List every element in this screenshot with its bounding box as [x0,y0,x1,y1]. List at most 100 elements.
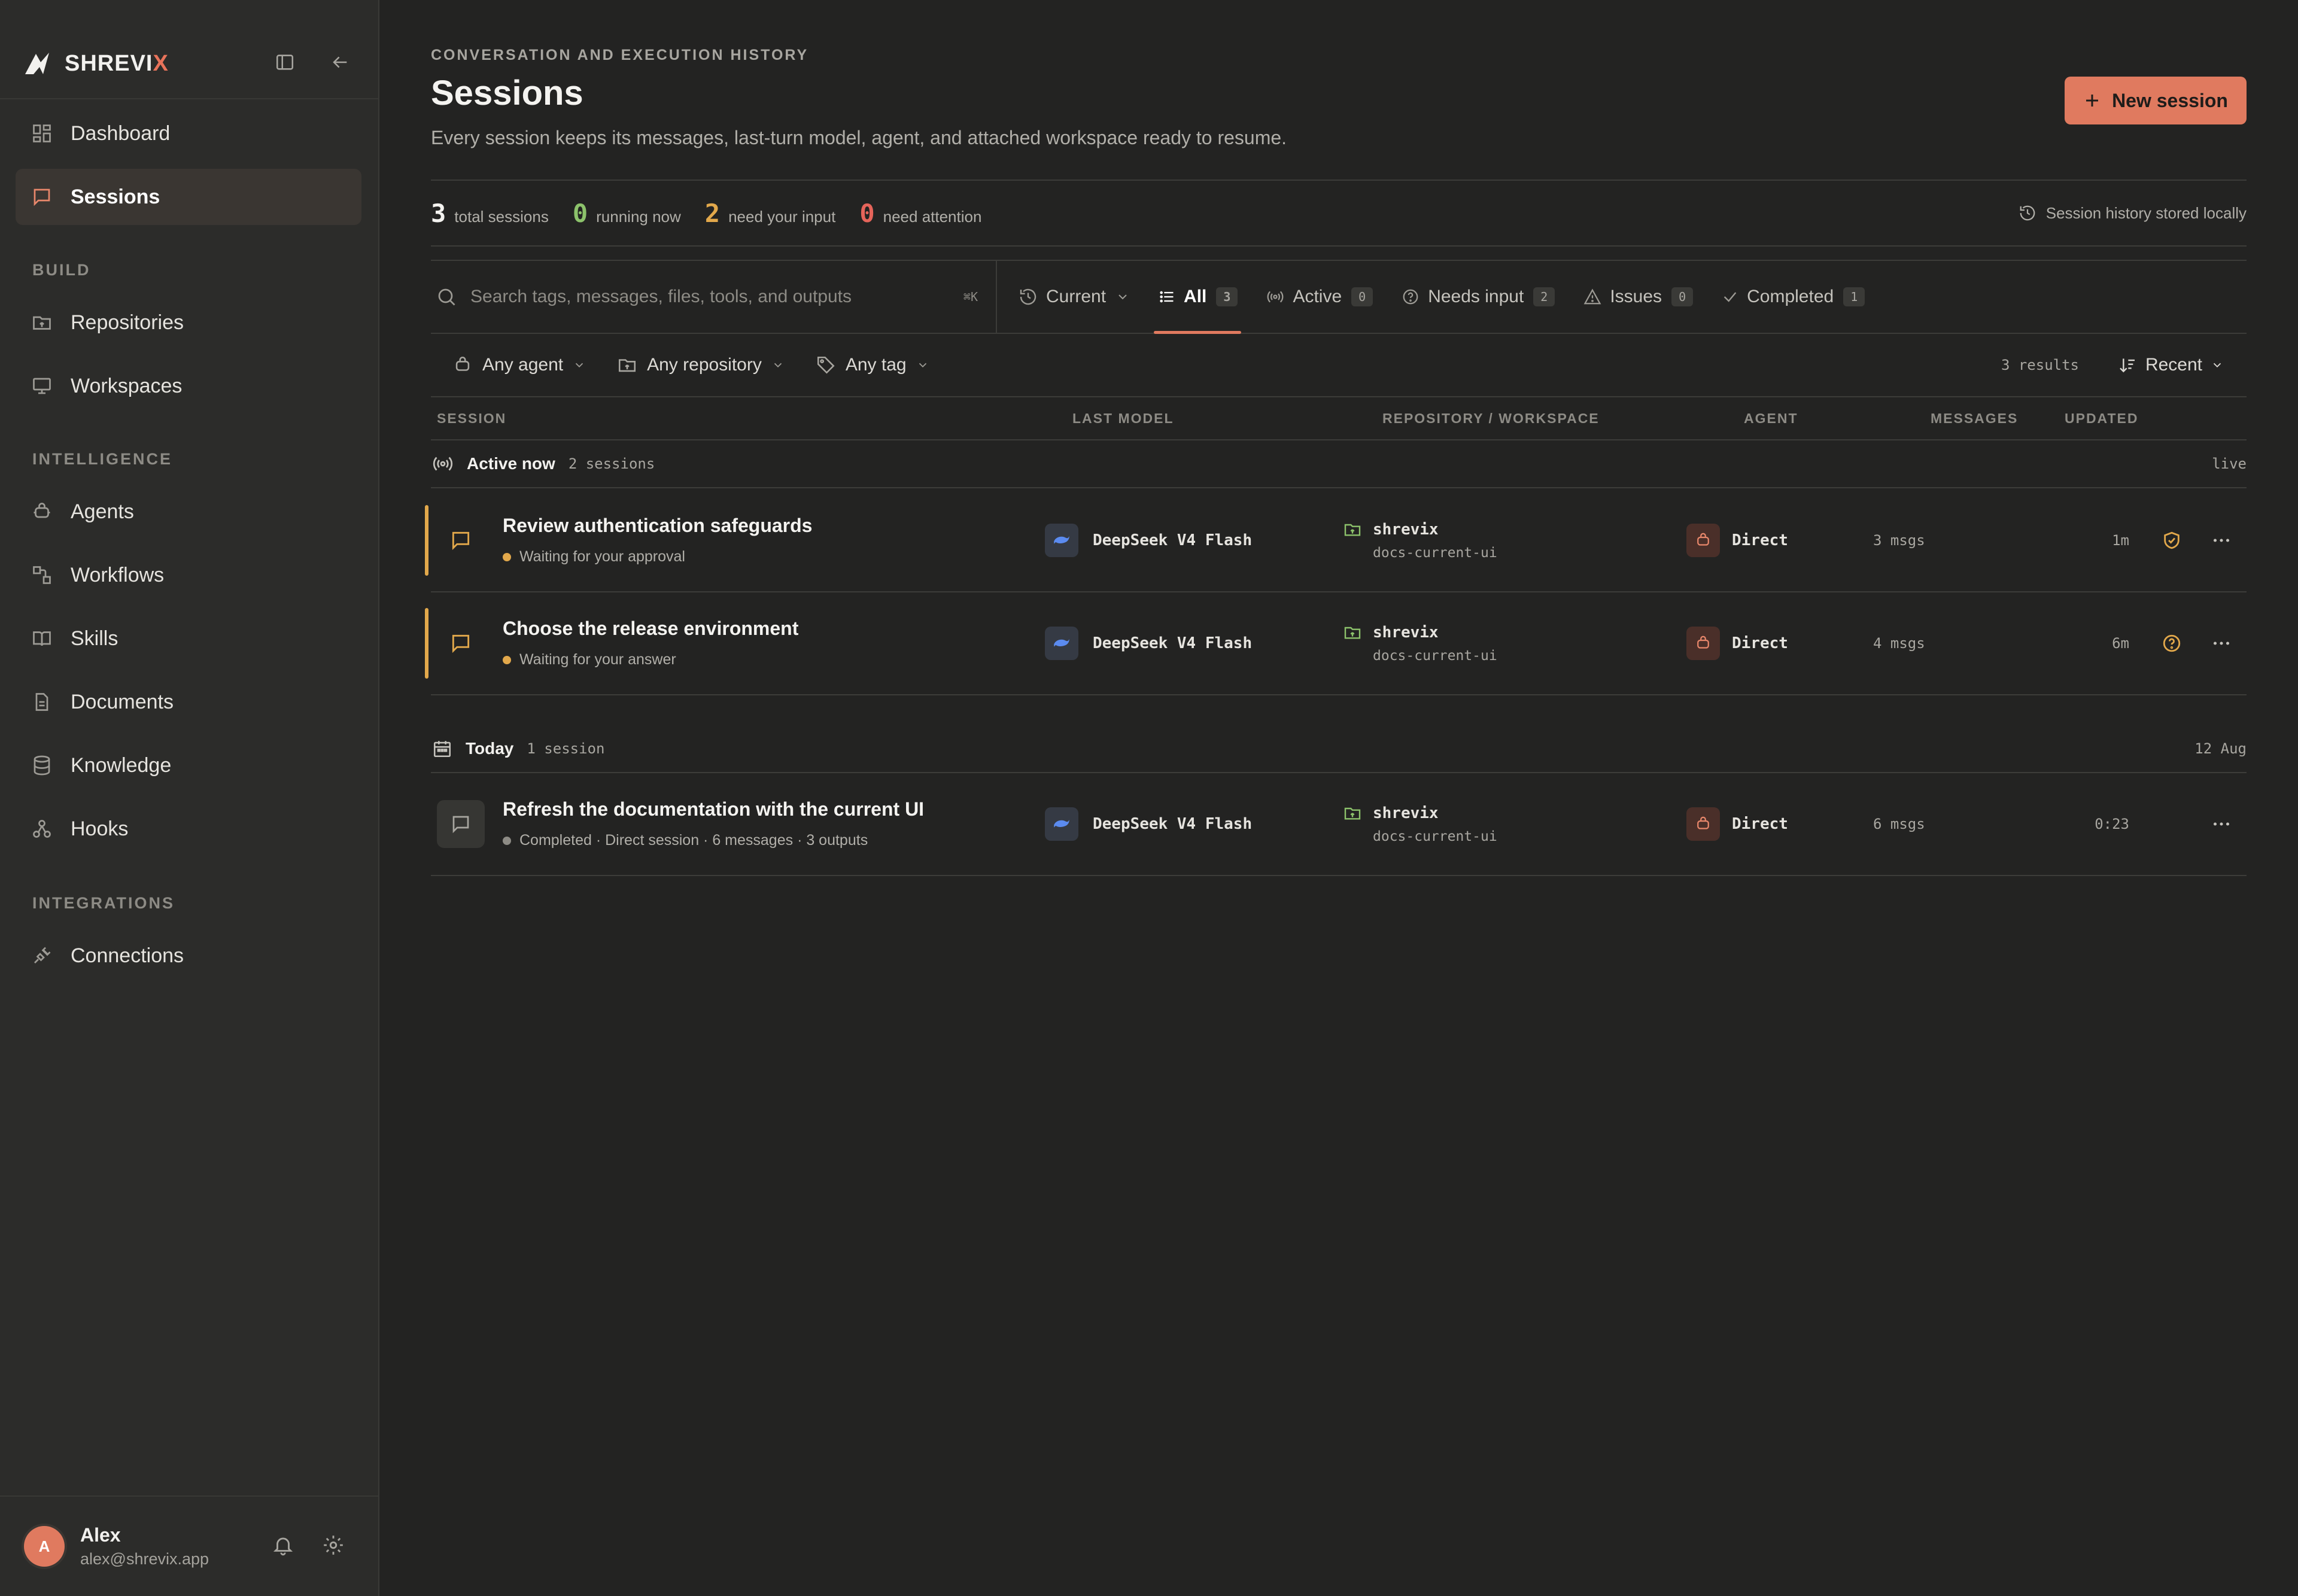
repo-cell[interactable]: shrevix docs-current-ui [1343,623,1497,664]
row-accent [425,608,428,679]
tab-needs-input[interactable]: Needs input 2 [1402,261,1555,333]
sidebar-item-documents[interactable]: Documents [16,674,361,730]
repository-filter[interactable]: Any repository [617,355,785,375]
sidebar-item-sessions[interactable]: Sessions [16,169,361,225]
hook-icon [33,820,51,838]
sidebar-item-label: Skills [71,627,118,650]
section-label-build: BUILD [32,261,91,279]
sidebar-item-dashboard[interactable]: Dashboard [16,105,361,162]
sidebar-item-skills[interactable]: Skills [16,610,361,667]
column-session[interactable]: SESSION [437,411,506,427]
tab-issues[interactable]: Issues 0 [1583,261,1694,333]
sidebar-divider [0,98,378,99]
agent-cell: Direct [1686,627,1788,660]
main-content: CONVERSATION AND EXECUTION HISTORY Sessi… [379,0,2298,1596]
updated-time: 0:23 [2095,816,2129,832]
document-icon [35,693,48,711]
chevron-down-icon [919,363,926,368]
message-icon [34,189,50,206]
avatar[interactable]: A [24,1526,65,1567]
table-row[interactable]: Choose the release environment Waiting f… [425,592,2247,695]
deepseek-whale-icon [1045,627,1078,660]
plug-icon [34,947,51,963]
sidebar-item-workspaces[interactable]: Workspaces [16,358,361,414]
sidebar-item-knowledge[interactable]: Knowledge [16,737,361,794]
sidebar-item-repositories[interactable]: Repositories [16,294,361,351]
tag-filter[interactable]: Any tag [816,355,929,375]
agent-icon [1686,807,1720,841]
sort-icon [2120,358,2135,373]
group-count: 2 sessions [568,455,655,472]
session-title[interactable]: Choose the release environment [503,618,798,640]
workspace-name: docs-current-ui [1373,648,1497,664]
user-profile[interactable]: A Alex alex@shrevix.app [0,1495,378,1596]
new-session-button[interactable]: New session [2065,77,2247,124]
agent-icon [34,503,50,518]
column-model[interactable]: LAST MODEL [1072,411,1174,427]
table-row[interactable]: Refresh the documentation with the curre… [431,773,2247,876]
search-shortcut: ⌘K [963,290,978,304]
sidebar-item-hooks[interactable]: Hooks [16,801,361,857]
agent-filter[interactable]: Any agent [452,355,586,375]
agent-icon [455,356,470,371]
sidebar-item-label: Documents [71,690,174,713]
stat-total: 3 total sessions [431,198,549,228]
search-icon [438,288,455,306]
tag-icon [817,356,835,374]
column-messages[interactable]: MESSAGES [1931,411,2018,427]
updated-time: 1m [2112,532,2129,549]
sidebar-item-connections[interactable]: Connections [16,928,361,984]
chevron-down-icon [575,363,583,368]
chevron-down-icon [2213,363,2221,368]
column-repo[interactable]: REPOSITORY / WORKSPACE [1382,411,1600,427]
tab-all[interactable]: All 3 [1154,261,1242,334]
more-options-icon[interactable] [2211,530,2232,551]
page-eyebrow: CONVERSATION AND EXECUTION HISTORY [431,47,809,63]
repo-cell[interactable]: shrevix docs-current-ui [1343,804,1497,844]
section-label-integrations: INTEGRATIONS [32,894,175,912]
more-options-icon[interactable] [2211,813,2232,835]
model-cell: DeepSeek V4 Flash [1045,807,1252,841]
table-row[interactable]: Review authentication safeguards Waiting… [425,490,2247,592]
message-count: 6 msgs [1873,816,1925,832]
sidebar-item-label: Connections [71,944,184,967]
tab-active[interactable]: Active 0 [1266,261,1373,333]
scope-dropdown[interactable]: Current [1019,261,1130,333]
column-agent[interactable]: AGENT [1744,411,1798,427]
tab-completed[interactable]: Completed 1 [1722,261,1865,333]
session-title[interactable]: Review authentication safeguards [503,515,812,537]
bell-icon[interactable] [272,1534,294,1559]
sort-dropdown[interactable]: Recent [2118,355,2224,375]
page-subtitle: Every session keeps its messages, last-t… [431,127,1287,148]
agent-cell: Direct [1686,524,1788,557]
group-date: 12 Aug [2194,740,2247,757]
sidebar-toggle-icon[interactable] [270,48,299,77]
results-count: 3 results [2001,357,2079,373]
collapse-arrow-icon[interactable] [326,48,354,77]
status-dot [503,552,511,561]
brand-logo-icon [25,53,49,74]
sidebar-item-workflows[interactable]: Workflows [16,547,361,603]
stat-input: 2 need your input [704,198,836,228]
column-updated[interactable]: UPDATED [2065,411,2138,427]
session-status: Waiting for your answer [503,651,676,668]
sidebar: SHREVIX Dashboard Sessions BUILD Reposit… [0,0,379,1596]
agent-cell: Direct [1686,807,1788,841]
session-title[interactable]: Refresh the documentation with the curre… [503,798,924,820]
repo-cell[interactable]: shrevix docs-current-ui [1343,520,1497,561]
shield-check-icon[interactable] [2162,530,2182,551]
group-header-active: Active now 2 sessions live [431,440,2247,488]
sidebar-item-agents[interactable]: Agents [16,484,361,540]
more-options-icon[interactable] [2211,633,2232,654]
question-icon [1403,289,1418,305]
search-input[interactable] [470,287,937,307]
user-email: alex@shrevix.app [80,1550,209,1568]
gear-icon[interactable] [322,1534,345,1559]
sidebar-item-label: Agents [71,500,134,523]
workspace-name: docs-current-ui [1373,545,1497,561]
group-live-label: live [2212,455,2247,472]
question-icon[interactable] [2162,633,2182,653]
workflow-icon [33,566,51,584]
stat-running: 0 running now [572,198,681,228]
brand[interactable]: SHREVIX [23,45,169,81]
